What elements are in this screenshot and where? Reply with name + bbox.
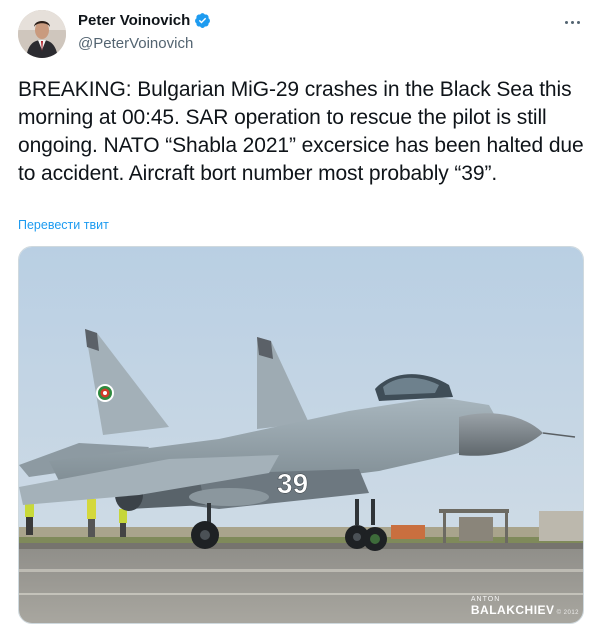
more-dot [576, 20, 580, 24]
aircraft-bort-number: 39 [277, 468, 308, 499]
more-dot [570, 20, 574, 24]
more-horizontal-icon [564, 20, 568, 24]
avatar[interactable] [18, 10, 66, 58]
tweet-media-image[interactable]: 39 ANTON BALAKCHIEV © 2012 [18, 246, 584, 624]
tweet: Peter Voinovich @PeterVoinovich BREAKING… [0, 0, 606, 642]
watermark-last: BALAKCHIEV © 2012 [471, 603, 579, 617]
photo-watermark: ANTON BALAKCHIEV © 2012 [471, 596, 579, 617]
watermark-first: ANTON [470, 596, 501, 603]
watermark-year: © 2012 [556, 610, 579, 616]
tweet-text: BREAKING: Bulgarian MiG-29 crashes in th… [18, 78, 584, 185]
verified-badge-icon [195, 13, 211, 28]
mig29-photo: 39 [19, 247, 583, 623]
author-name-text[interactable]: Peter Voinovich [78, 12, 190, 29]
author-handle[interactable]: @PeterVoinovich [78, 35, 193, 52]
more-options-button[interactable] [560, 12, 584, 32]
watermark-last-text: BALAKCHIEV [470, 603, 555, 617]
author-name[interactable]: Peter Voinovich [78, 12, 211, 29]
translate-tweet-link[interactable]: Перевести твит [18, 218, 109, 232]
